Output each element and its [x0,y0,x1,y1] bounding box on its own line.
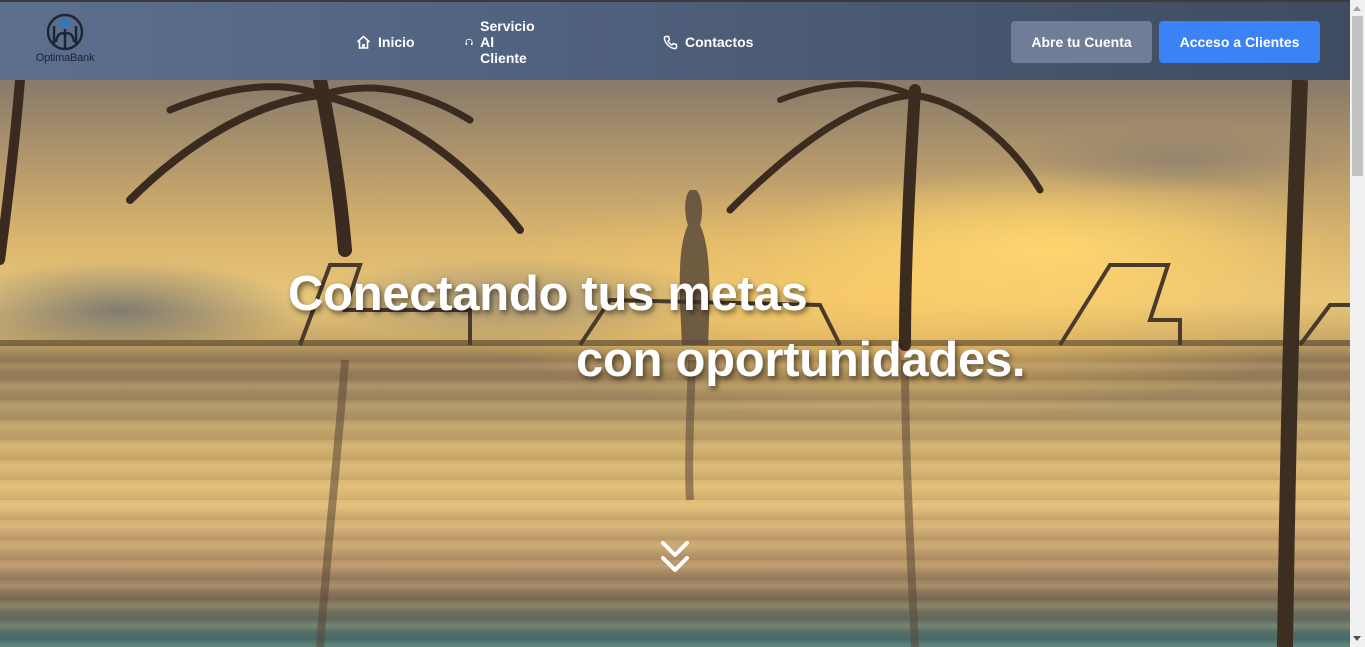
hero-headline-line1: Conectando tus metas [288,267,808,321]
phone-icon [663,35,678,49]
scrollbar-thumb[interactable] [1352,16,1363,176]
nav-item-servicio-al-cliente[interactable]: Servicio Al Cliente [465,18,542,66]
optimabank-logo-icon [46,13,84,51]
scroll-down-button[interactable] [658,538,692,578]
site-header: OptimaBank Inicio Servicio Al Cliente Co… [0,0,1350,80]
hero-headline-line2: con oportunidades. [576,333,1026,387]
double-chevron-down-icon [661,541,689,572]
client-access-button[interactable]: Acceso a Clientes [1159,21,1320,63]
open-account-button[interactable]: Abre tu Cuenta [1011,21,1152,63]
nav-item-label: Inicio [378,34,415,50]
nav-item-contactos[interactable]: Contactos [663,32,753,52]
brand-name: OptimaBank [35,52,95,64]
scroll-up-arrow-icon[interactable] [1353,6,1361,11]
page-scrollbar[interactable] [1350,0,1365,647]
scroll-down-arrow-icon[interactable] [1353,636,1361,641]
nav-item-inicio[interactable]: Inicio [356,32,415,52]
home-icon [356,35,371,49]
nav-item-label: Servicio Al Cliente [480,18,535,66]
nav-item-label: Contactos [685,34,754,50]
brand-logo[interactable]: OptimaBank [28,12,102,74]
headset-icon [465,38,473,46]
